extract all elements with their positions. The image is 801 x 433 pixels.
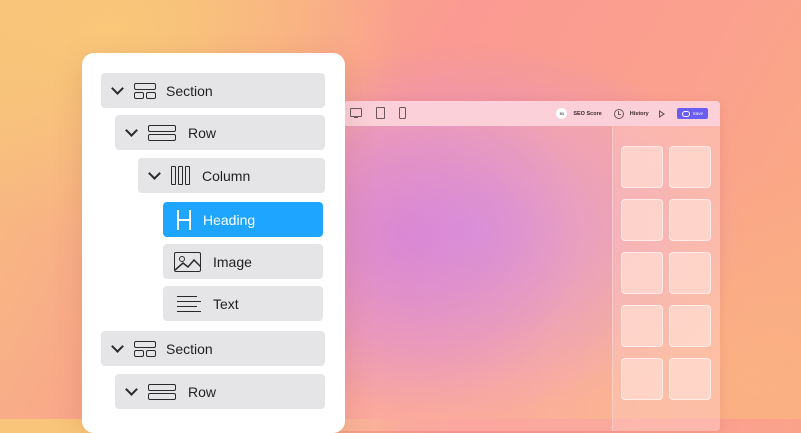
navigator-item-section[interactable]: Section [101, 73, 325, 108]
save-button-label: Save [692, 111, 703, 116]
page-canvas[interactable] [322, 126, 612, 431]
widget-tile[interactable] [669, 305, 711, 347]
widget-tile[interactable] [669, 146, 711, 188]
navigator-item-label: Section [166, 340, 213, 357]
chevron-down-icon[interactable] [148, 167, 161, 180]
navigator-item-label: Heading [203, 211, 256, 228]
seo-score-button[interactable]: SEO Score [573, 111, 601, 117]
history-icon[interactable] [613, 108, 624, 119]
row-icon [148, 124, 176, 141]
chevron-down-icon[interactable] [125, 124, 138, 137]
navigator-item-label: Section [166, 82, 213, 99]
navigator-item-row[interactable]: Row [115, 115, 325, 150]
builder-window: 91 SEO Score History Save [322, 101, 720, 431]
chevron-down-icon[interactable] [125, 383, 138, 396]
navigator-item-heading[interactable]: Heading [163, 202, 323, 237]
widget-tile[interactable] [621, 199, 663, 241]
navigator-panel: Section Row Column Heading Image Text Se… [82, 53, 345, 433]
row-icon [148, 383, 176, 400]
save-button[interactable]: Save [676, 108, 708, 119]
navigator-item-text[interactable]: Text [163, 286, 323, 321]
text-icon [177, 295, 201, 313]
widget-tile[interactable] [669, 358, 711, 400]
desktop-view-icon[interactable] [350, 108, 362, 118]
navigator-item-label: Image [213, 253, 252, 270]
navigator-item-label: Row [188, 124, 217, 141]
tablet-view-icon[interactable] [376, 107, 385, 119]
builder-toolbar: 91 SEO Score History Save [322, 101, 720, 126]
column-icon [171, 166, 191, 185]
section-icon [134, 340, 156, 357]
image-icon [174, 251, 201, 272]
chevron-down-icon[interactable] [111, 82, 124, 95]
widget-tile[interactable] [621, 358, 663, 400]
seo-score-badge: 91 [556, 108, 568, 119]
history-button[interactable]: History [630, 111, 649, 117]
cloud-icon [681, 110, 690, 117]
widget-tile[interactable] [621, 252, 663, 294]
widget-tile[interactable] [669, 252, 711, 294]
widget-tile[interactable] [669, 199, 711, 241]
navigator-item-label: Column [202, 167, 251, 184]
toolbar-actions: 91 SEO Score History Save [556, 101, 708, 126]
widget-grid [621, 146, 711, 400]
mobile-view-icon[interactable] [399, 107, 406, 119]
heading-icon [176, 209, 192, 230]
widget-tile[interactable] [621, 146, 663, 188]
navigator-item-label: Row [188, 383, 217, 400]
widget-tile[interactable] [621, 305, 663, 347]
section-icon [134, 82, 156, 99]
navigator-item-image[interactable]: Image [163, 244, 323, 279]
chevron-down-icon[interactable] [111, 340, 124, 353]
navigator-item-label: Text [213, 295, 239, 312]
preview-play-icon[interactable] [658, 109, 665, 118]
navigator-item-section[interactable]: Section [101, 331, 325, 366]
navigator-item-column[interactable]: Column [138, 158, 325, 193]
widgets-panel [612, 126, 720, 431]
navigator-item-row[interactable]: Row [115, 374, 325, 409]
